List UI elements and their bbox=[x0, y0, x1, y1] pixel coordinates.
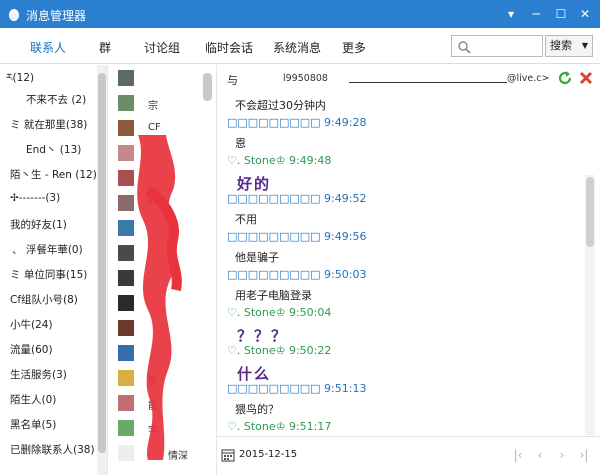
message-sender-time: □□□□□□□□□ 9:49:28 bbox=[227, 116, 367, 129]
avatar bbox=[118, 70, 134, 86]
redaction-scribble bbox=[137, 135, 182, 460]
search-input[interactable] bbox=[474, 38, 540, 54]
tab-discussions[interactable]: 讨论组 bbox=[144, 39, 180, 56]
tab-groups[interactable]: 群 bbox=[99, 39, 111, 56]
chat-header: 与 l9950808 @live.c> bbox=[217, 65, 600, 91]
chat-footer: 2015-12-15 |‹ ‹ › ›| bbox=[217, 436, 600, 475]
message-text: 用老子电脑登录 bbox=[235, 289, 312, 302]
message-text: 恩 bbox=[235, 137, 246, 150]
window-title: 消息管理器 bbox=[26, 9, 87, 23]
contact-group-item[interactable]: 我的好友(1) bbox=[10, 217, 67, 239]
scrollbar-thumb[interactable] bbox=[98, 73, 106, 453]
title-bar: 消息管理器 ▾ ─ ☐ ✕ bbox=[0, 0, 600, 28]
message-text: 不用 bbox=[235, 213, 257, 226]
minimize-button[interactable]: ─ bbox=[525, 4, 547, 24]
search-button[interactable]: 搜索 ▼ bbox=[545, 35, 593, 57]
category-toolbar: 联系人 群 讨论组 临时会话 系统消息 更多 搜索 ▼ bbox=[0, 28, 600, 64]
contact-group-item[interactable]: 不来不去 (2) bbox=[26, 92, 86, 114]
contact-group-item[interactable]: 陌生人(0) bbox=[10, 392, 56, 414]
message-text: 什么 bbox=[237, 365, 272, 383]
message-text: 不会超过30分钟内 bbox=[235, 99, 326, 112]
close-button[interactable]: ✕ bbox=[574, 4, 596, 24]
contact-group-list: ར(12) 不来不去 (2) ミ 就在那里(38) End丶 (13) 陌丶生 - Re… bbox=[0, 65, 108, 475]
contact-group-item[interactable]: ミ 单位同事(15) bbox=[10, 267, 87, 289]
message-sender-time: ♡. Stone♔ 9:50:22 bbox=[227, 344, 332, 357]
delete-icon[interactable] bbox=[578, 70, 594, 86]
chat-panel: 与 l9950808 @live.c> 不会超过30分钟内 □□□□□□□□□ 9… bbox=[216, 65, 600, 475]
qq-penguin-icon bbox=[9, 9, 19, 21]
peer-id-underline bbox=[349, 82, 507, 83]
history-date[interactable]: 2015-12-15 bbox=[239, 449, 297, 460]
tab-more[interactable]: 更多 bbox=[342, 39, 366, 56]
contact-name: 宗 bbox=[148, 101, 158, 112]
message-text: 他是骗子 bbox=[235, 251, 279, 264]
message-sender-time: □□□□□□□□□ 9:50:03 bbox=[227, 268, 367, 281]
chat-with-label: 与 bbox=[227, 74, 238, 87]
scrollbar-thumb[interactable] bbox=[586, 177, 594, 247]
calendar-icon[interactable] bbox=[221, 448, 235, 462]
tab-system-messages[interactable]: 系统消息 bbox=[273, 39, 321, 56]
message-sender-time: ♡. Stone♔ 9:49:48 bbox=[227, 154, 332, 167]
menu-dropdown-button[interactable]: ▾ bbox=[500, 4, 522, 24]
prev-page-icon[interactable]: ‹ bbox=[531, 445, 549, 465]
refresh-icon[interactable] bbox=[557, 70, 573, 86]
search-box[interactable] bbox=[451, 35, 543, 57]
contact-group-item[interactable]: 小牛(24) bbox=[10, 317, 53, 339]
search-button-label: 搜索 bbox=[550, 39, 572, 52]
peer-domain: @live.c> bbox=[507, 73, 550, 84]
tab-contacts[interactable]: 联系人 bbox=[30, 39, 66, 56]
first-page-icon[interactable]: |‹ bbox=[509, 445, 527, 465]
next-page-icon[interactable]: › bbox=[553, 445, 571, 465]
group-list-scrollbar[interactable] bbox=[97, 65, 107, 475]
contact-group-item[interactable]: 流量(60) bbox=[10, 342, 53, 364]
contact-group-item[interactable]: Cf组队小号(8) bbox=[10, 292, 78, 314]
contact-row[interactable]: 宗 bbox=[108, 92, 208, 116]
contact-group-item[interactable]: ミ 就在那里(38) bbox=[10, 117, 87, 139]
message-sender-time: □□□□□□□□□ 9:51:13 bbox=[227, 382, 367, 395]
contact-group-item[interactable]: 已删除联系人(38) bbox=[10, 442, 95, 464]
contact-group-item[interactable]: 陌丶生 - Ren (12) bbox=[10, 167, 97, 189]
peer-id: l9950808 bbox=[283, 73, 328, 84]
message-sender-time: ♡. Stone♔ 9:51:17 bbox=[227, 420, 332, 433]
contact-group-item[interactable]: ✢-------(3) bbox=[10, 192, 60, 214]
chevron-down-icon: ▼ bbox=[581, 41, 588, 50]
contact-row[interactable] bbox=[108, 67, 208, 91]
message-text: ？？？ bbox=[237, 327, 289, 345]
contact-group-item[interactable]: 、 浮餐年華(0) bbox=[12, 242, 83, 264]
avatar bbox=[118, 95, 134, 111]
contact-group-item[interactable]: 生活服务(3) bbox=[10, 367, 67, 389]
contact-group-item[interactable]: ར(12) bbox=[6, 67, 34, 89]
message-text: 好的 bbox=[237, 175, 272, 193]
tab-temp-sessions[interactable]: 临时会话 bbox=[205, 39, 253, 56]
message-list: 不会超过30分钟内 □□□□□□□□□ 9:49:28 恩 ♡. Stone♔ 9:4… bbox=[217, 91, 600, 436]
maximize-button[interactable]: ☐ bbox=[550, 4, 572, 24]
message-text: 猥鸟的？ bbox=[235, 403, 279, 416]
contact-group-item[interactable]: End丶 (13) bbox=[26, 142, 81, 164]
last-page-icon[interactable]: ›| bbox=[575, 445, 593, 465]
message-sender-time: □□□□□□□□□ 9:49:52 bbox=[227, 192, 367, 205]
message-scrollbar[interactable] bbox=[585, 175, 595, 435]
contact-group-item[interactable]: 黑名单(5) bbox=[10, 417, 56, 439]
message-sender-time: ♡. Stone♔ 9:50:04 bbox=[227, 306, 332, 319]
search-icon bbox=[458, 41, 471, 54]
message-sender-time: □□□□□□□□□ 9:49:56 bbox=[227, 230, 367, 243]
